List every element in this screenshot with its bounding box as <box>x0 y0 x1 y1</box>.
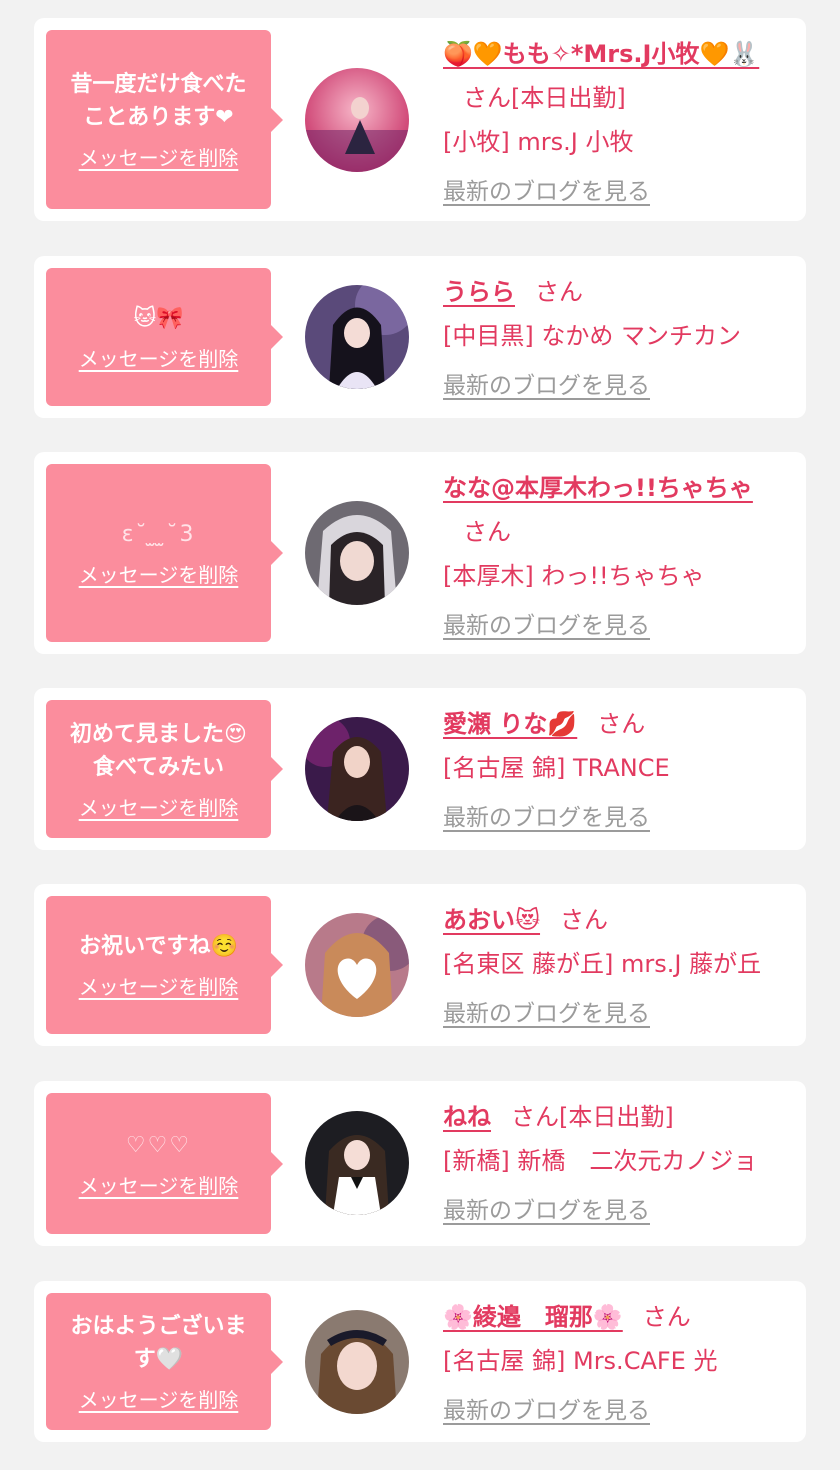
latest-blog-link[interactable]: 最新のブログを見る <box>443 1389 650 1433</box>
message-card: ɛ˘ ̫ ̫˘3 メッセージを削除 なな@本厚木わっ!!ちゃちゃさん [本厚木]… <box>34 452 806 654</box>
sender-info: 愛瀬 りな💋 さん [名古屋 錦] TRANCE 最新のブログを見る <box>443 702 796 840</box>
delete-message-link[interactable]: メッセージを削除 <box>79 1384 239 1413</box>
latest-blog-link[interactable]: 最新のブログを見る <box>443 1189 650 1233</box>
message-text: ♡♡♡ <box>125 1132 192 1158</box>
message-text: ɛ˘ ̫ ̫˘3 <box>121 522 196 547</box>
avatar-photo-icon <box>305 501 409 605</box>
honorific: さん <box>560 906 609 934</box>
message-card: お祝いですね☺️ メッセージを削除 あおい😻 さん [名東区 藤が丘] mrs.J… <box>34 884 806 1046</box>
message-bubble: 初めて見ました😍 食べてみたい メッセージを削除 <box>46 700 283 838</box>
latest-blog-link[interactable]: 最新のブログを見る <box>443 170 650 214</box>
sender-name-link[interactable]: うらら <box>443 278 515 306</box>
name-line: 🍑🧡もも✧*Mrs.J小牧🧡🐰 さん[本日出勤] <box>443 32 796 120</box>
shop-name: [名古屋 錦] Mrs.CAFE 光 <box>443 1347 718 1375</box>
sender-info: うらら さん [中目黒] なかめ マンチカン 最新のブログを見る <box>443 270 796 408</box>
message-bubble: ɛ˘ ̫ ̫˘3 メッセージを削除 <box>46 464 283 642</box>
honorific: さん <box>463 518 511 546</box>
message-bubble: ♡♡♡ メッセージを削除 <box>46 1093 283 1234</box>
message-card: 昔一度だけ食べた ことあります❤ メッセージを削除 🍑🧡もも✧*Mrs.J小牧🧡… <box>34 18 806 221</box>
latest-blog-link[interactable]: 最新のブログを見る <box>443 992 650 1036</box>
work-status: [本日出勤] <box>511 84 626 112</box>
delete-message-link[interactable]: メッセージを削除 <box>79 971 239 1000</box>
honorific: さん <box>642 1303 691 1331</box>
avatar-photo-icon <box>305 285 409 389</box>
delete-message-link[interactable]: メッセージを削除 <box>79 142 239 171</box>
message-text: 昔一度だけ食べた ことあります❤ <box>70 72 247 130</box>
shop-name: [名古屋 錦] TRANCE <box>443 754 670 782</box>
message-card: 🐱🎀 メッセージを削除 うらら さん [中目黒] なかめ マンチカン 最新のブログ… <box>34 256 806 418</box>
honorific: さん <box>511 1103 559 1131</box>
name-line: なな@本厚木わっ!!ちゃちゃさん <box>443 466 796 554</box>
avatar[interactable] <box>305 1310 409 1414</box>
message-bubble: 昔一度だけ食べた ことあります❤ メッセージを削除 <box>46 30 283 209</box>
avatar[interactable] <box>305 717 409 821</box>
shop-name: [本厚木] わっ!!ちゃちゃ <box>443 562 705 590</box>
message-text: 🐱🎀 <box>133 306 184 331</box>
latest-blog-link[interactable]: 最新のブログを見る <box>443 364 650 408</box>
avatar[interactable] <box>305 68 409 172</box>
avatar[interactable] <box>305 913 409 1017</box>
name-line: うらら さん <box>443 270 796 314</box>
sender-info: ねね さん[本日出勤] [新橋] 新橋 二次元カノジョ 最新のブログを見る <box>443 1095 796 1233</box>
message-text: おはようございま す🤍 <box>70 1314 247 1372</box>
message-text: 初めて見ました😍 食べてみたい <box>70 721 247 780</box>
message-bubble: 🐱🎀 メッセージを削除 <box>46 268 283 406</box>
avatar[interactable] <box>305 501 409 605</box>
avatar[interactable] <box>305 285 409 389</box>
sender-name-link[interactable]: 🌸綾邉 瑠那🌸 <box>443 1303 623 1331</box>
name-line: あおい😻 さん <box>443 898 796 942</box>
delete-message-link[interactable]: メッセージを削除 <box>79 343 239 372</box>
shop-name: [新橋] 新橋 二次元カノジョ <box>443 1147 758 1175</box>
message-card: おはようございま す🤍 メッセージを削除 🌸綾邉 瑠那🌸 さん [名古屋 錦] M… <box>34 1281 806 1442</box>
sender-info: あおい😻 さん [名東区 藤が丘] mrs.J 藤が丘 最新のブログを見る <box>443 898 796 1036</box>
name-line: 🌸綾邉 瑠那🌸 さん <box>443 1295 796 1339</box>
honorific: さん <box>597 710 646 738</box>
avatar-photo-icon <box>305 68 409 172</box>
name-line: ねね さん[本日出勤] <box>443 1095 796 1139</box>
shop-name: [小牧] mrs.J 小牧 <box>443 128 634 156</box>
latest-blog-link[interactable]: 最新のブログを見る <box>443 796 650 840</box>
shop-name: [名東区 藤が丘] mrs.J 藤が丘 <box>443 950 762 978</box>
work-status: [本日出勤] <box>559 1103 674 1131</box>
honorific: さん <box>463 84 511 112</box>
sender-name-link[interactable]: 🍑🧡もも✧*Mrs.J小牧🧡🐰 <box>443 40 759 68</box>
sender-name-link[interactable]: なな@本厚木わっ!!ちゃちゃ <box>443 474 753 502</box>
delete-message-link[interactable]: メッセージを削除 <box>79 559 239 588</box>
sender-info: 🍑🧡もも✧*Mrs.J小牧🧡🐰 さん[本日出勤] [小牧] mrs.J 小牧 最新… <box>443 32 796 214</box>
message-bubble: おはようございま す🤍 メッセージを削除 <box>46 1293 283 1430</box>
message-bubble: お祝いですね☺️ メッセージを削除 <box>46 896 283 1034</box>
name-line: 愛瀬 りな💋 さん <box>443 702 796 746</box>
latest-blog-link[interactable]: 最新のブログを見る <box>443 604 650 648</box>
avatar-photo-icon <box>305 1310 409 1414</box>
shop-name: [中目黒] なかめ マンチカン <box>443 322 741 350</box>
message-card: ♡♡♡ メッセージを削除 ねね さん[本日出勤] [新橋] 新橋 二次元カノジョ … <box>34 1081 806 1246</box>
message-text: お祝いですね☺️ <box>79 934 238 959</box>
message-card: 初めて見ました😍 食べてみたい メッセージを削除 愛瀬 りな💋 さん [名古屋 錦… <box>34 688 806 850</box>
sender-info: 🌸綾邉 瑠那🌸 さん [名古屋 錦] Mrs.CAFE 光 最新のブログを見る <box>443 1295 796 1433</box>
delete-message-link[interactable]: メッセージを削除 <box>79 792 239 821</box>
sender-name-link[interactable]: ねね <box>443 1103 491 1131</box>
avatar-photo-icon <box>305 717 409 821</box>
sender-info: なな@本厚木わっ!!ちゃちゃさん [本厚木] わっ!!ちゃちゃ 最新のブログを見… <box>443 466 796 648</box>
honorific: さん <box>535 278 583 306</box>
sender-name-link[interactable]: 愛瀬 りな💋 <box>443 710 577 738</box>
avatar-photo-icon <box>305 913 409 1017</box>
delete-message-link[interactable]: メッセージを削除 <box>79 1170 239 1199</box>
sender-name-link[interactable]: あおい😻 <box>443 906 540 934</box>
avatar[interactable] <box>305 1111 409 1215</box>
avatar-photo-icon <box>305 1111 409 1215</box>
